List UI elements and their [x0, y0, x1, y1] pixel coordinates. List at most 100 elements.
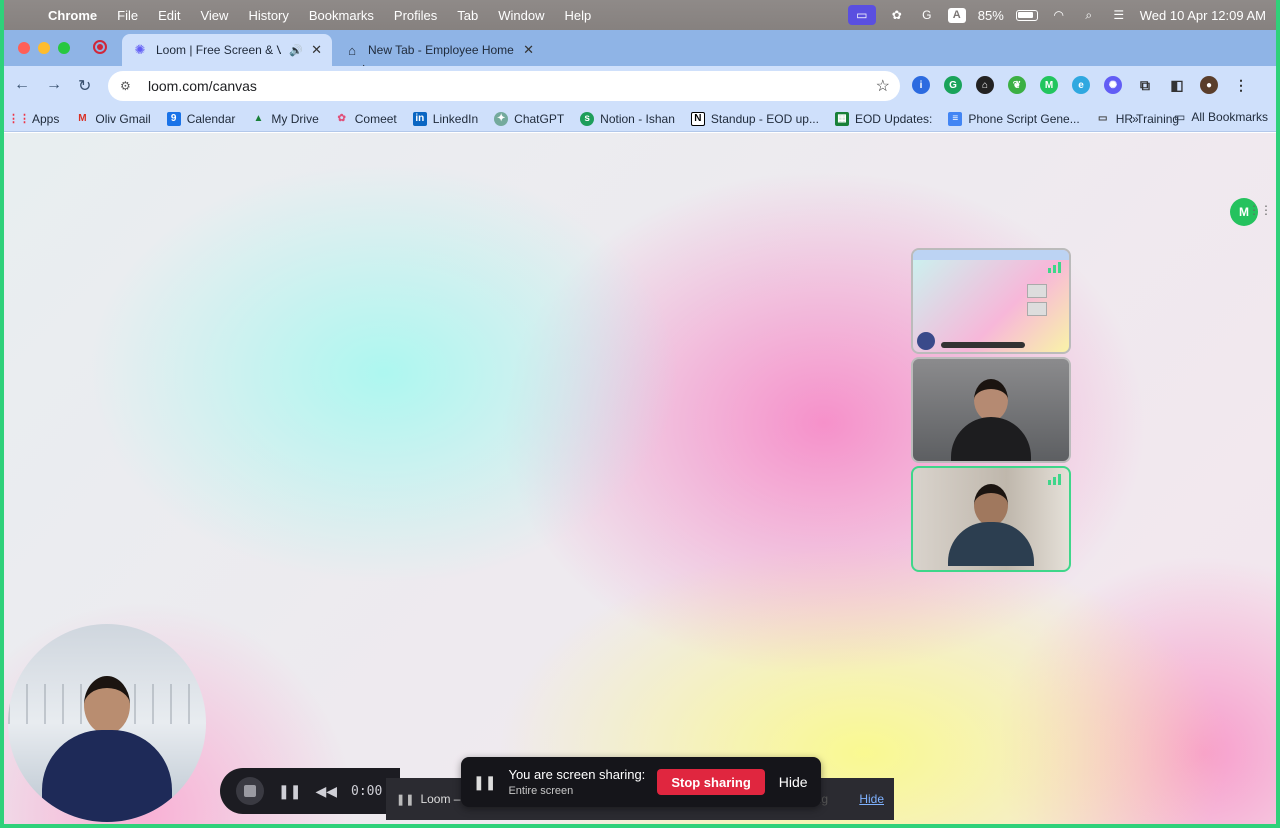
calendar-icon: 9 [166, 111, 181, 126]
menu-tab[interactable]: Tab [447, 8, 488, 23]
chatgpt-icon: ✦ [494, 111, 509, 126]
bookmark-linkedin[interactable]: in LinkedIn [405, 111, 486, 126]
bookmark-calendar[interactable]: 9 Calendar [159, 111, 244, 126]
sharing-status: You are screen sharing: Entire screen [508, 767, 645, 797]
address-bar[interactable]: ⚙ loom.com/canvas ☆ [108, 71, 900, 101]
stop-recording-button[interactable] [236, 777, 264, 805]
all-bookmarks[interactable]: ▭ All Bookmarks [1174, 110, 1268, 124]
folder-icon: ▭ [1098, 113, 1108, 124]
battery-percent: 85% [977, 7, 1004, 23]
rewind-icon[interactable]: ◀◀ [315, 783, 337, 800]
more-bookmarks-icon[interactable]: » [1132, 112, 1139, 126]
minimize-window-button[interactable] [38, 42, 50, 54]
menu-window[interactable]: Window [488, 8, 554, 23]
screen-sharing-banner: ❚❚ You are screen sharing: Entire screen… [461, 757, 821, 807]
menu-file[interactable]: File [107, 8, 148, 23]
kebab-menu-icon[interactable]: ⋮ [1232, 76, 1250, 94]
speaker-icon[interactable]: 🔊 [289, 44, 303, 57]
screen-share-status-icon[interactable]: ▭ [847, 5, 876, 25]
wifi-icon[interactable]: ◠ [1050, 7, 1068, 23]
stop-sharing-button[interactable]: Stop sharing [657, 769, 765, 795]
sharing-status-title: You are screen sharing: [508, 767, 646, 782]
tab-title: Loom | Free Screen & Video [156, 43, 282, 57]
loom-extension-icon[interactable]: ✺ [1104, 76, 1122, 94]
edge-extension-icon[interactable]: e [1072, 76, 1090, 94]
menu-help[interactable]: Help [555, 8, 602, 23]
forward-arrow-icon[interactable]: → [46, 76, 62, 94]
tab-loom[interactable]: ✺ Loom | Free Screen & Video 🔊 ✕ [122, 34, 332, 66]
bookmark-eod-updates[interactable]: ▦ EOD Updates: [827, 111, 940, 126]
grammarly-icon[interactable]: G [918, 7, 936, 23]
bookmark-comeet[interactable]: ✿ Comeet [327, 112, 405, 126]
control-center-icon[interactable]: ☰ [1110, 7, 1128, 23]
bookmark-apps[interactable]: ⋮⋮ Apps [4, 112, 67, 126]
menu-edit[interactable]: Edit [148, 8, 190, 23]
pause-icon[interactable]: ❚❚ [396, 793, 414, 806]
bookmark-drive[interactable]: ▲ My Drive [243, 112, 326, 126]
menu-history[interactable]: History [238, 8, 298, 23]
screen-share-preview-tile[interactable] [911, 248, 1071, 354]
leaf-extension-icon[interactable]: ❦ [1008, 76, 1026, 94]
drag-handle-icon[interactable]: ⋮⋮ [1248, 203, 1272, 217]
tab-employee-home[interactable]: ⌂ New Tab - Employee Home ✕ [334, 34, 544, 66]
bookmark-notion-ishan[interactable]: s Notion - Ishan [572, 111, 683, 126]
menu-view[interactable]: View [190, 8, 238, 23]
notion-icon: s [580, 111, 595, 126]
bookmark-standup[interactable]: N Standup - EOD up... [683, 111, 827, 126]
notion-icon: N [690, 111, 705, 126]
recording-indicator-icon[interactable] [93, 40, 107, 54]
colorsync-icon[interactable]: ✿ [888, 7, 906, 23]
pause-icon[interactable]: ❚❚ [278, 783, 301, 800]
participant-video-tile[interactable] [911, 357, 1071, 463]
signal-bars-icon [1048, 262, 1061, 273]
password-manager-icon[interactable]: i [912, 76, 930, 94]
grid-icon: ⋮⋮ [8, 113, 30, 125]
hide-link[interactable]: Hide [859, 792, 884, 806]
bookmark-star-icon[interactable]: ☆ [876, 76, 890, 96]
bookmark-chatgpt[interactable]: ✦ ChatGPT [486, 111, 572, 126]
puzzle-extensions-icon[interactable]: ⧉ [1136, 76, 1154, 94]
bookmark-gmail[interactable]: M Oliv Gmail [67, 112, 158, 126]
menu-profiles[interactable]: Profiles [384, 8, 447, 23]
grammarly-extension-icon[interactable]: G [944, 76, 962, 94]
url-text[interactable]: loom.com/canvas [148, 78, 257, 94]
sharing-status-subtitle: Entire screen [508, 785, 574, 797]
menu-bookmarks[interactable]: Bookmarks [299, 8, 384, 23]
bookmarks-bar: ⋮⋮ Apps M Oliv Gmail 9 Calendar ▲ My Drive ✿… [4, 106, 1276, 132]
close-tab-icon[interactable]: ✕ [311, 42, 322, 58]
side-panel-icon[interactable]: ◧ [1168, 76, 1186, 94]
site-settings-icon[interactable]: ⚙ [120, 79, 136, 93]
profile-avatar[interactable]: ● [1200, 76, 1218, 94]
linkedin-icon: in [412, 111, 427, 126]
pause-sharing-icon[interactable]: ❚❚ [473, 774, 496, 791]
menu-clock[interactable]: Wed 10 Apr 12:09 AM [1140, 8, 1266, 23]
m-extension-icon[interactable]: M [1040, 76, 1058, 94]
tab-title: New Tab - Employee Home [368, 43, 514, 57]
gmail-icon: M [78, 113, 87, 124]
extensions-area: i G ⌂ ❦ M e ✺ ⧉ ◧ ● ⋮ [912, 76, 1250, 94]
drive-icon: ▲ [253, 113, 264, 124]
screen: Chrome File Edit View History Bookmarks … [4, 0, 1276, 824]
sheets-icon: ▦ [834, 111, 849, 126]
browser-toolbar: ← → ↻ ⚙ loom.com/canvas ☆ i G ⌂ ❦ M e ✺ … [4, 66, 1276, 106]
recording-timer: 0:00 [351, 783, 383, 799]
tab-strip: ✺ Loom | Free Screen & Video 🔊 ✕ ⌂ New T… [4, 30, 1276, 90]
close-tab-icon[interactable]: ✕ [523, 42, 534, 58]
close-window-button[interactable] [18, 42, 30, 54]
zoom-window-button[interactable] [58, 42, 70, 54]
battery-icon[interactable] [1015, 9, 1038, 21]
dark-extension-icon[interactable]: ⌂ [976, 76, 994, 94]
spotlight-search-icon[interactable]: ⌕ [1080, 7, 1098, 23]
participant-video-tile-active[interactable] [911, 466, 1071, 572]
home-icon: ⌂ [348, 42, 356, 58]
menu-status-area: ▭ ✿ G A 85% ◠ ⌕ ☰ Wed 10 Apr 12:09 AM [847, 0, 1266, 30]
menu-app-name[interactable]: Chrome [38, 8, 107, 23]
folder-icon: ▭ [1174, 110, 1186, 124]
bookmark-phone-script[interactable]: ≡ Phone Script Gene... [940, 111, 1087, 126]
hide-banner-button[interactable]: Hide [779, 774, 808, 790]
back-arrow-icon[interactable]: ← [14, 76, 30, 94]
comeet-icon: ✿ [337, 113, 346, 124]
self-camera-bubble[interactable] [8, 624, 206, 822]
reload-icon[interactable]: ↻ [78, 76, 91, 96]
input-source-icon[interactable]: A [947, 7, 966, 23]
